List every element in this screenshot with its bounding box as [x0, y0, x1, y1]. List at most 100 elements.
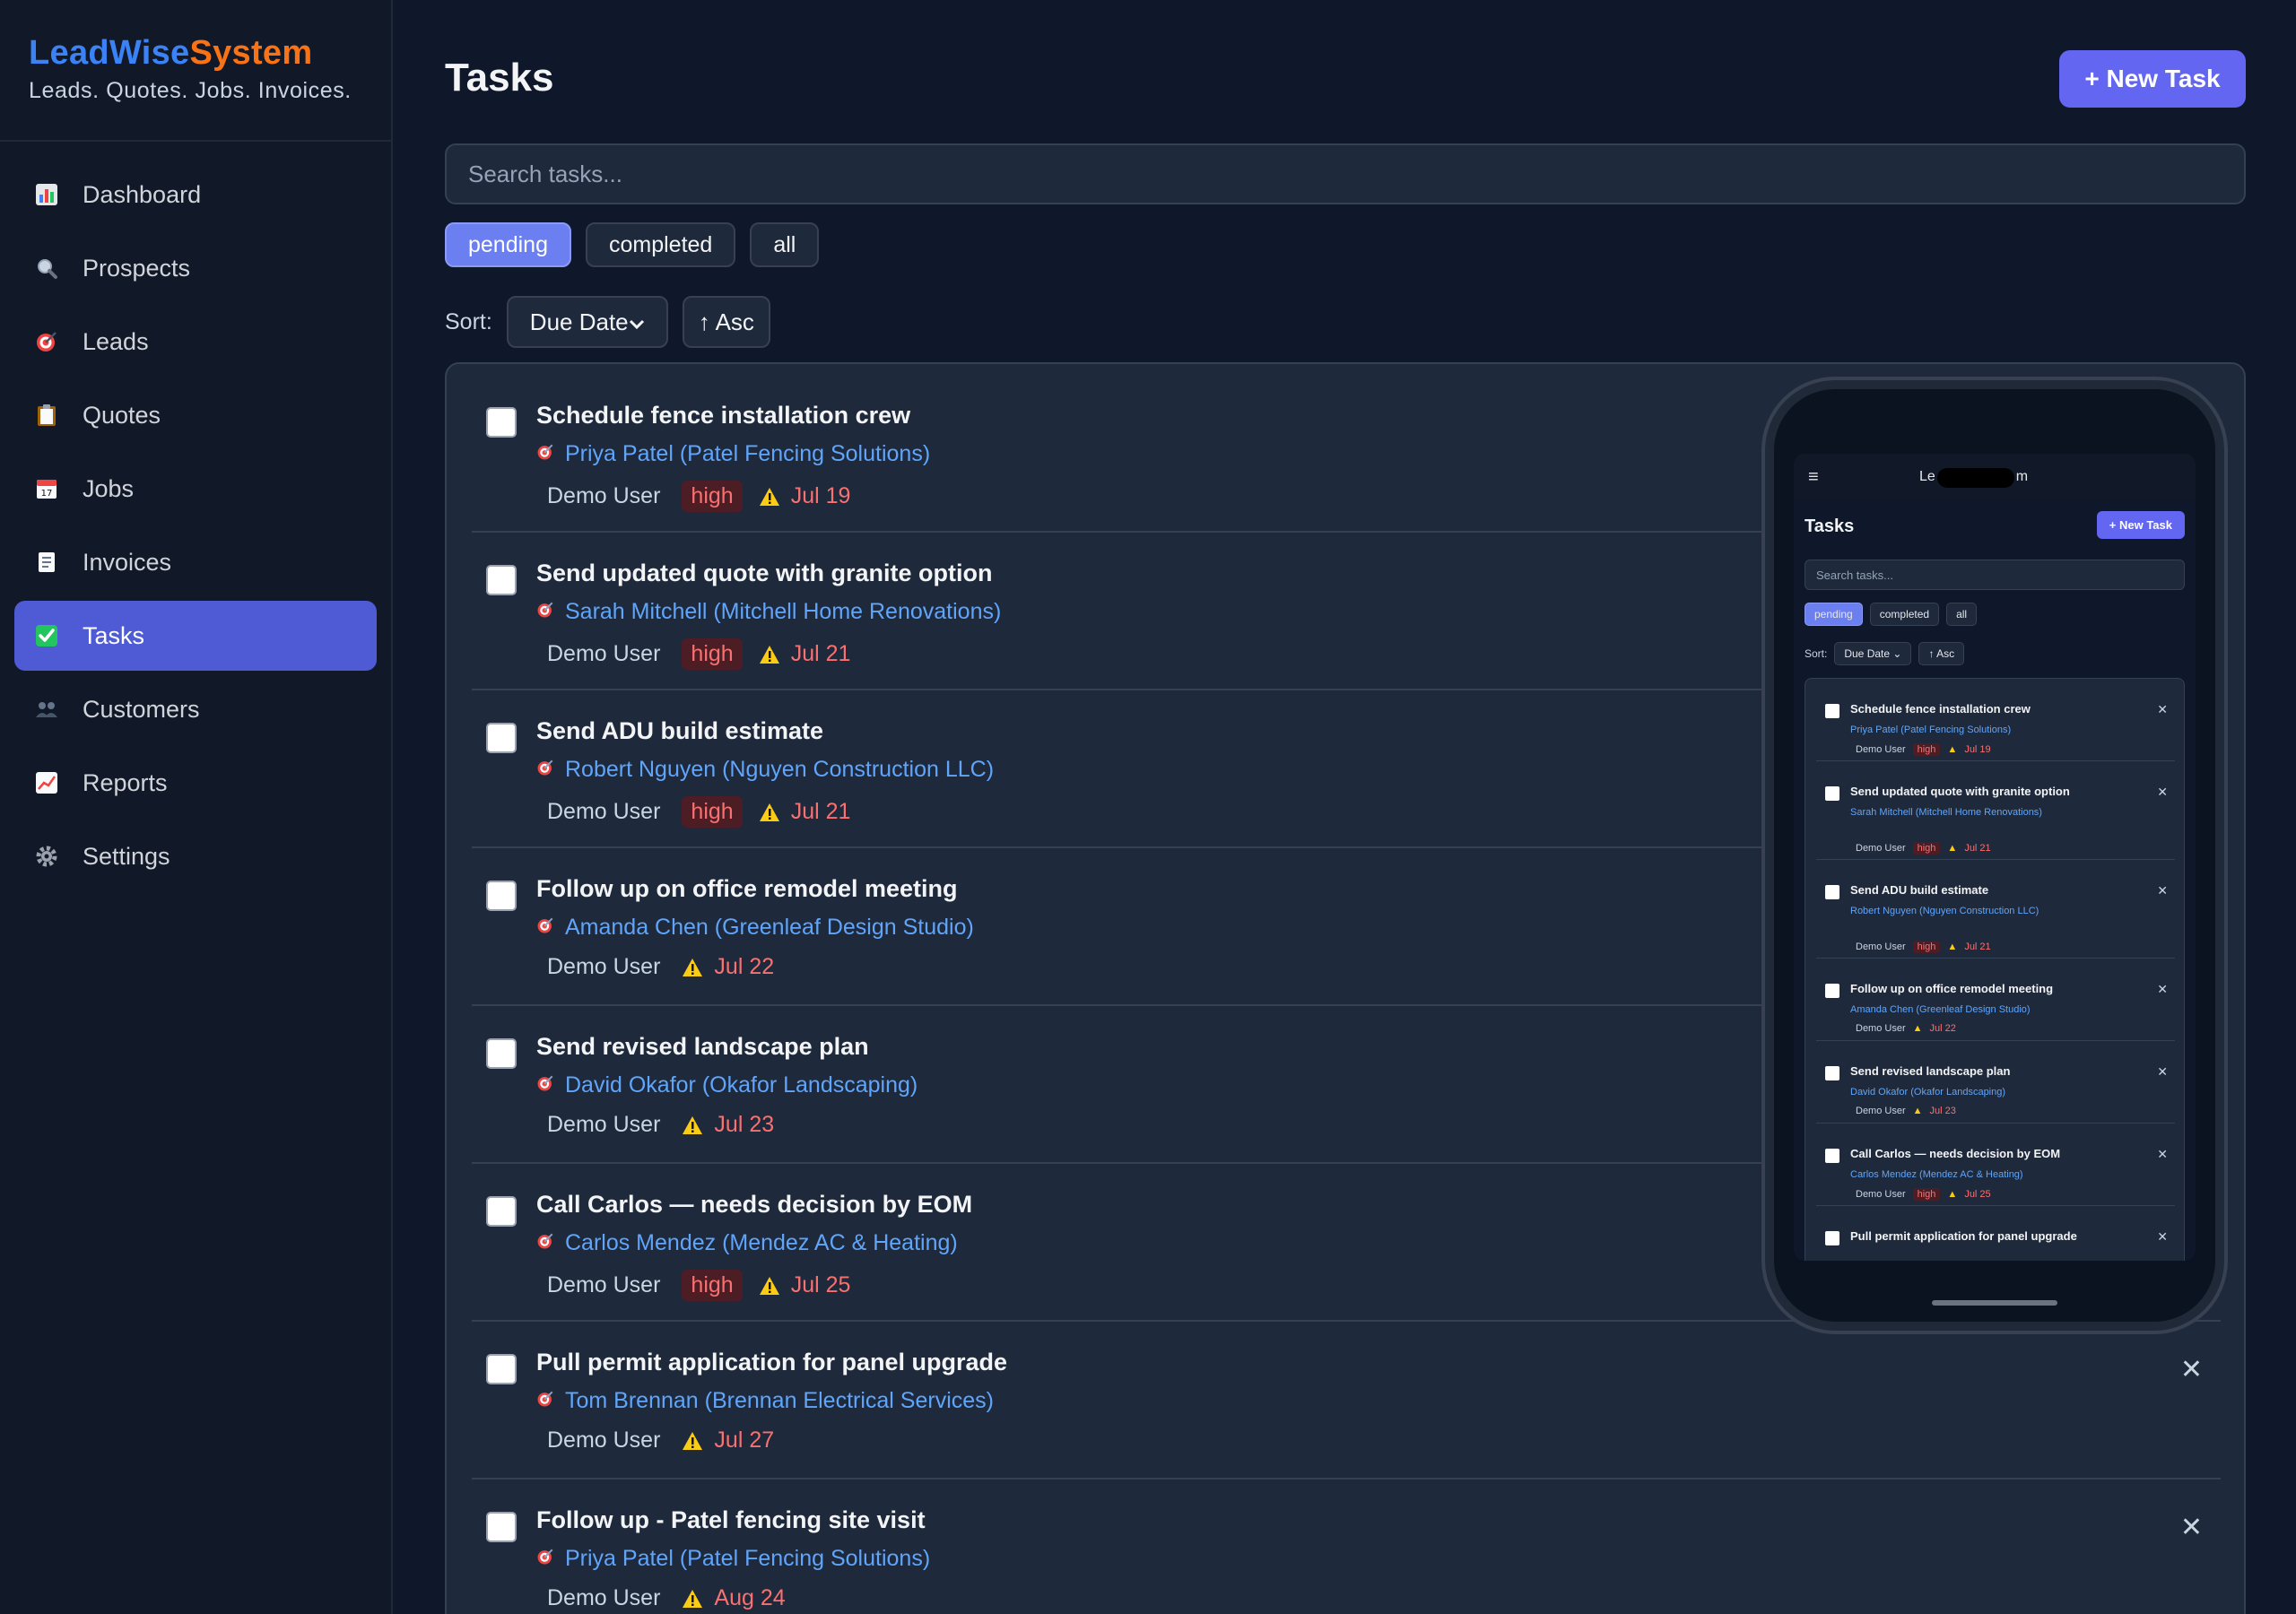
mobile-delete-icon[interactable]: ✕	[2157, 982, 2168, 997]
task-owner: Demo User	[547, 641, 661, 666]
new-task-button[interactable]: + New Task	[2059, 50, 2246, 108]
mobile-new-task-button[interactable]: + New Task	[2096, 511, 2185, 539]
mobile-delete-icon[interactable]: ✕	[2157, 785, 2168, 800]
sidebar-item-label: Dashboard	[83, 180, 202, 208]
mobile-task-checkbox[interactable]	[1825, 984, 1839, 998]
target-icon	[536, 915, 554, 941]
warning-icon	[759, 803, 780, 822]
task-lead-link[interactable]: Amanda Chen (Greenleaf Design Studio)	[536, 915, 974, 941]
task-title: Send ADU build estimate	[536, 717, 824, 744]
mobile-delete-icon[interactable]: ✕	[2157, 883, 2168, 898]
mobile-task-checkbox[interactable]	[1825, 1149, 1839, 1163]
task-checkbox[interactable]	[486, 1196, 517, 1227]
task-lead-link[interactable]: Priya Patel (Patel Fencing Solutions)	[536, 441, 930, 467]
sidebar-item-label: Settings	[83, 842, 170, 870]
mobile-task-lead[interactable]: Amanda Chen (Greenleaf Design Studio)	[1850, 1002, 2101, 1019]
mobile-task-meta: Demo User ▲ Jul 23	[1856, 1106, 1956, 1116]
task-lead-link[interactable]: Sarah Mitchell (Mitchell Home Renovation…	[536, 599, 1001, 625]
mobile-task-title: Send revised landscape plan	[1850, 1064, 2011, 1078]
mobile-preview-screen: ≡ Le m Tasks + New Task Search tasks... p…	[1794, 454, 2196, 1261]
mobile-task-lead[interactable]: Robert Nguyen (Nguyen Construction LLC)	[1850, 903, 2101, 920]
mobile-task-checkbox[interactable]	[1825, 885, 1839, 899]
mobile-task-checkbox[interactable]	[1825, 1066, 1839, 1080]
mobile-filter-completed[interactable]: completed	[1869, 603, 1940, 626]
hamburger-icon[interactable]: ≡	[1808, 467, 1819, 488]
mobile-filter-all[interactable]: all	[1946, 603, 1978, 626]
task-lead-link[interactable]: Robert Nguyen (Nguyen Construction LLC)	[536, 757, 994, 783]
mobile-task-owner: Demo User	[1856, 843, 1906, 854]
sort-field-select[interactable]: Due Date	[506, 296, 668, 348]
task-owner: Demo User	[547, 954, 661, 979]
mobile-task-lead[interactable]: Priya Patel (Patel Fencing Solutions)	[1850, 722, 2101, 739]
task-checkbox[interactable]	[486, 565, 517, 595]
delete-task-icon[interactable]: ✕	[2180, 1512, 2203, 1543]
mobile-task-checkbox[interactable]	[1825, 704, 1839, 718]
chevron-down-icon	[629, 308, 645, 336]
mobile-task-lead[interactable]: David Okafor (Okafor Landscaping)	[1850, 1084, 2101, 1101]
sidebar-item-customers[interactable]: Customers	[14, 674, 377, 744]
warning-icon	[759, 645, 780, 664]
task-title: Follow up - Patel fencing site visit	[536, 1506, 926, 1533]
task-checkbox[interactable]	[486, 723, 517, 753]
mobile-task-title: Send updated quote with granite option	[1850, 785, 2070, 798]
task-checkbox[interactable]	[486, 407, 517, 438]
sidebar-item-leads[interactable]: Leads	[14, 307, 377, 377]
sidebar-item-settings[interactable]: Settings	[14, 821, 377, 891]
task-checkbox[interactable]	[486, 881, 517, 911]
sidebar-item-reports[interactable]: Reports	[14, 748, 377, 818]
priority-badge: high	[682, 1270, 743, 1301]
task-owner: Demo User	[547, 1585, 661, 1610]
task-lead-link[interactable]: Tom Brennan (Brennan Electrical Services…	[536, 1388, 994, 1414]
mobile-sort-direction[interactable]: ↑ Asc	[1918, 642, 1965, 665]
brand-logo[interactable]: LeadWiseSystem	[29, 34, 362, 73]
sidebar-item-quotes[interactable]: Quotes	[14, 380, 377, 450]
mobile-sort-select[interactable]: Due Date ⌄	[1834, 642, 1912, 665]
mobile-task-lead[interactable]: Sarah Mitchell (Mitchell Home Renovation…	[1850, 804, 2101, 821]
mobile-task-checkbox[interactable]	[1825, 786, 1839, 801]
mobile-task-lead[interactable]: Carlos Mendez (Mendez AC & Heating)	[1850, 1167, 2101, 1184]
mobile-task-owner: Demo User	[1856, 1023, 1906, 1034]
task-lead-link[interactable]: Carlos Mendez (Mendez AC & Heating)	[536, 1230, 958, 1256]
target-icon	[536, 757, 554, 783]
task-due-date: Jul 21	[790, 799, 851, 824]
task-due-date: Jul 19	[790, 483, 851, 508]
task-checkbox[interactable]	[486, 1038, 517, 1069]
task-checkbox[interactable]	[486, 1354, 517, 1384]
task-title: Pull permit application for panel upgrad…	[536, 1349, 1008, 1375]
filter-group: pending completed all	[445, 222, 820, 267]
filter-completed-button[interactable]: completed	[585, 222, 736, 267]
filter-pending-button[interactable]: pending	[445, 222, 571, 267]
task-checkbox[interactable]	[486, 1512, 517, 1542]
mobile-task-row: Follow up on office remodel meeting Aman…	[1816, 959, 2175, 1041]
task-meta: Demo User Jul 23	[547, 1112, 774, 1138]
mobile-delete-icon[interactable]: ✕	[2157, 1229, 2168, 1245]
mobile-task-meta: Demo User high ▲ Jul 25	[1856, 1188, 1991, 1201]
target-icon	[536, 1072, 554, 1098]
mobile-filter-pending[interactable]: pending	[1805, 603, 1863, 626]
mobile-delete-icon[interactable]: ✕	[2157, 702, 2168, 717]
mobile-delete-icon[interactable]: ✕	[2157, 1147, 2168, 1162]
receipt-icon	[34, 550, 59, 575]
people-icon	[34, 697, 59, 722]
warning-icon	[759, 1276, 780, 1296]
sidebar-item-jobs[interactable]: 17 Jobs	[14, 454, 377, 524]
task-lead-link[interactable]: Priya Patel (Patel Fencing Solutions)	[536, 1546, 930, 1572]
delete-task-icon[interactable]: ✕	[2180, 1354, 2203, 1385]
task-meta: Demo User high Jul 25	[547, 1270, 850, 1301]
sidebar-item-tasks[interactable]: Tasks	[14, 601, 377, 671]
sidebar-item-prospects[interactable]: Prospects	[14, 233, 377, 303]
mobile-task-checkbox[interactable]	[1825, 1231, 1839, 1245]
task-lead-link[interactable]: David Okafor (Okafor Landscaping)	[536, 1072, 918, 1098]
mobile-delete-icon[interactable]: ✕	[2157, 1064, 2168, 1080]
search-input[interactable]	[445, 143, 2246, 204]
sidebar-item-label: Prospects	[83, 254, 191, 282]
task-title: Send revised landscape plan	[536, 1033, 869, 1060]
sidebar-item-dashboard[interactable]: Dashboard	[14, 160, 377, 230]
mobile-search-input[interactable]: Search tasks...	[1805, 560, 2185, 590]
sidebar-item-invoices[interactable]: Invoices	[14, 527, 377, 597]
target-icon	[536, 1230, 554, 1256]
warning-icon	[682, 1589, 703, 1609]
sort-direction-button[interactable]: ↑ Asc	[682, 296, 770, 348]
filter-all-button[interactable]: all	[750, 222, 820, 267]
mobile-task-due: Jul 22	[1929, 1023, 1956, 1034]
